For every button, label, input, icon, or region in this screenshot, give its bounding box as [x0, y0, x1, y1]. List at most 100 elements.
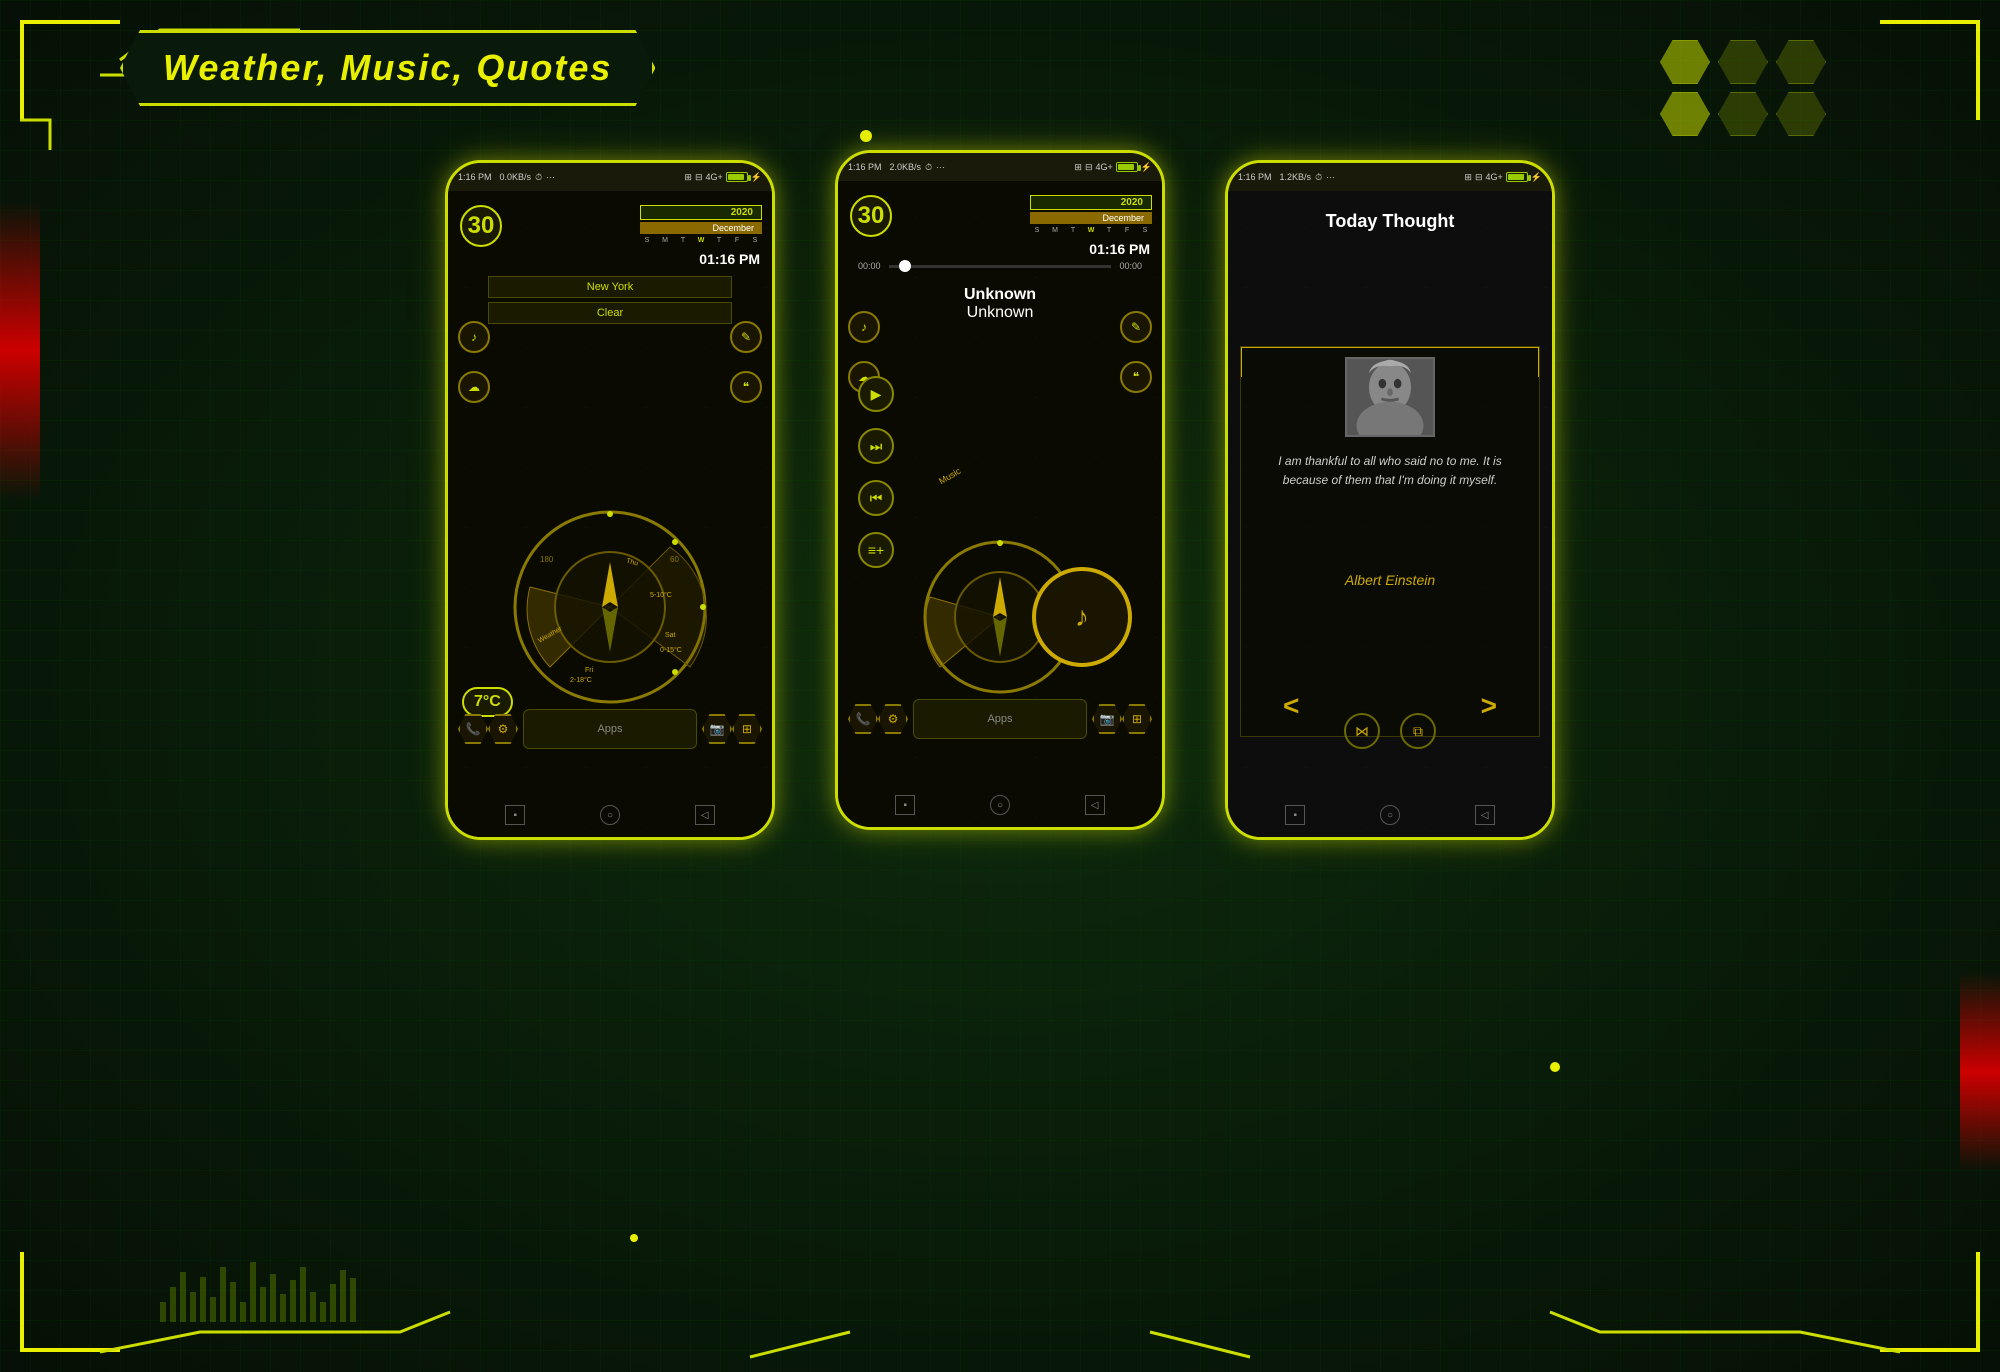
music-total-time: 00:00 [1119, 261, 1142, 271]
music-quote-btn[interactable]: ❝ [1120, 361, 1152, 393]
music-cal-month: December [1030, 212, 1152, 224]
eq-bars [160, 1262, 356, 1322]
music-settings-icon[interactable]: ⚙ [878, 704, 908, 734]
weather-nav-circle[interactable]: ○ [600, 805, 620, 825]
quotes-nav-square[interactable]: ▪ [1285, 805, 1305, 825]
music-song-artist: Unknown [838, 304, 1162, 322]
music-grid-icon[interactable]: ⊞ [1122, 704, 1152, 734]
eq-bar-11 [260, 1287, 266, 1322]
eq-bar-20 [350, 1278, 356, 1322]
eq-bar-1 [160, 1302, 166, 1322]
weather-condition: Clear [488, 302, 732, 324]
cal-day-m: M [658, 237, 672, 244]
music-status-time: 1:16 PM [848, 162, 882, 172]
weather-apps-label[interactable]: Apps [523, 709, 697, 749]
music-play-btn[interactable]: ▶ [858, 376, 894, 412]
svg-text:Fri: Fri [585, 667, 594, 674]
music-controls: ▶ ⏭ ⏮ ≡+ [858, 376, 894, 568]
quotes-nav-circle[interactable]: ○ [1380, 805, 1400, 825]
music-nav-square[interactable]: ▪ [895, 795, 915, 815]
network-icon-1: 4G+ [706, 172, 723, 182]
svg-text:0-15°C: 0-15°C [660, 646, 682, 654]
music-phone-content: 30 2020 December S M T W T F S 01:16 PM … [838, 181, 1162, 827]
music-time: 01:16 PM [1089, 241, 1150, 257]
music-nav-circle[interactable]: ○ [990, 795, 1010, 815]
eq-bar-14 [290, 1280, 296, 1322]
music-progress-track[interactable] [889, 265, 1112, 268]
svg-text:Sat: Sat [665, 632, 676, 639]
weather-cal-month: December [640, 222, 762, 234]
eq-bar-6 [210, 1297, 216, 1322]
weather-phone-icon[interactable]: 📞 [458, 714, 488, 744]
mcal-w: W [1084, 227, 1098, 234]
quotes-status-speed: 1.2KB/s [1280, 172, 1312, 182]
eq-bar-9 [240, 1302, 246, 1322]
music-status-bar: 1:16 PM 2.0KB/s ⏱ ··· ⊞ ⊟ 4G+ ⚡ [838, 153, 1162, 181]
weather-cal-days: S M T W T F S [640, 237, 762, 244]
music-add-btn[interactable]: ≡+ [858, 532, 894, 568]
music-progress-knob[interactable] [899, 260, 911, 272]
signal-icon-2: ⊞ [1074, 162, 1082, 173]
weather-location-group: New York Clear [488, 276, 732, 324]
eq-bar-18 [330, 1284, 336, 1322]
weather-edit-btn[interactable]: ✎ [730, 321, 762, 353]
quotes-status-icon: ⏱ [1315, 172, 1322, 183]
wifi-icon-1: ⊟ [695, 172, 703, 183]
music-phone: 1:16 PM 2.0KB/s ⏱ ··· ⊞ ⊟ 4G+ ⚡ 30 2020 … [835, 150, 1165, 830]
weather-nav-square[interactable]: ▪ [505, 805, 525, 825]
status-left-1: 1:16 PM 0.0KB/s ⏱ ··· [458, 172, 555, 183]
network-icon-3: 4G+ [1486, 172, 1503, 182]
music-apps-label[interactable]: Apps [913, 699, 1087, 739]
corner-decoration-br [1880, 1252, 1980, 1352]
mcal-s2: S [1138, 227, 1152, 234]
share-btn[interactable]: ⋈ [1344, 713, 1380, 749]
weather-quote-btn[interactable]: ❝ [730, 371, 762, 403]
weather-date-num: 30 [460, 205, 502, 247]
svg-text:5-10°C: 5-10°C [650, 591, 672, 599]
weather-wheel-svg: 180 60 Weather Thu 5-10°C Sat 0-15°C Fri… [510, 507, 710, 707]
wifi-icon-3: ⊟ [1475, 172, 1483, 183]
weather-music-btn[interactable]: ♪ [458, 321, 490, 353]
music-phone-icon[interactable]: 📞 [848, 704, 878, 734]
status-left-3: 1:16 PM 1.2KB/s ⏱ ··· [1238, 172, 1335, 183]
music-cal-year: 2020 [1030, 195, 1152, 210]
eq-bar-3 [180, 1272, 186, 1322]
music-camera-icon[interactable]: 📷 [1092, 704, 1122, 734]
music-next-btn[interactable]: ⏭ [858, 428, 894, 464]
status-right-2: ⊞ ⊟ 4G+ ⚡ [1074, 162, 1152, 173]
battery-icon-2 [1116, 162, 1138, 172]
einstein-face-svg [1347, 357, 1433, 437]
weather-status-icon: ⏱ [535, 172, 542, 183]
status-right-3: ⊞ ⊟ 4G+ ⚡ [1464, 172, 1542, 183]
weather-cal-header: 2020 December S M T W T F S [640, 205, 762, 244]
music-nav-back[interactable]: ◁ [1085, 795, 1105, 815]
weather-nav-back[interactable]: ◁ [695, 805, 715, 825]
weather-camera-icon[interactable]: 📷 [702, 714, 732, 744]
weather-wheel-container: 180 60 Weather Thu 5-10°C Sat 0-15°C Fri… [510, 507, 710, 707]
weather-status-dots: ··· [546, 172, 555, 182]
cal-day-t2: T [712, 237, 726, 244]
music-prev-btn[interactable]: ⏮ [858, 480, 894, 516]
cal-day-w: W [694, 237, 708, 244]
signal-icon-3: ⊞ [1464, 172, 1472, 183]
copy-btn[interactable]: ⧉ [1400, 713, 1436, 749]
weather-grid-icon[interactable]: ⊞ [732, 714, 762, 744]
weather-settings-icon[interactable]: ⚙ [488, 714, 518, 744]
music-progress-bar-container: 00:00 00:00 [858, 261, 1142, 271]
mcal-t2: T [1102, 227, 1116, 234]
eq-bar-5 [200, 1277, 206, 1322]
weather-status-speed: 0.0KB/s [500, 172, 532, 182]
weather-weather-btn[interactable]: ☁ [458, 371, 490, 403]
mcal-f: F [1120, 227, 1134, 234]
svg-text:2-18°C: 2-18°C [570, 676, 592, 684]
music-nav-buttons: ▪ ○ ◁ [838, 791, 1162, 819]
music-song-info: Unknown Unknown [838, 286, 1162, 322]
eq-bar-16 [310, 1292, 316, 1322]
battery-icon-1 [726, 172, 748, 182]
eq-bar-12 [270, 1274, 276, 1322]
quotes-phone: 1:16 PM 1.2KB/s ⏱ ··· ⊞ ⊟ 4G+ ⚡ Today Th… [1225, 160, 1555, 840]
music-status-speed: 2.0KB/s [890, 162, 922, 172]
quotes-status-bar: 1:16 PM 1.2KB/s ⏱ ··· ⊞ ⊟ 4G+ ⚡ [1228, 163, 1552, 191]
einstein-photo [1345, 357, 1435, 437]
quotes-nav-back[interactable]: ◁ [1475, 805, 1495, 825]
